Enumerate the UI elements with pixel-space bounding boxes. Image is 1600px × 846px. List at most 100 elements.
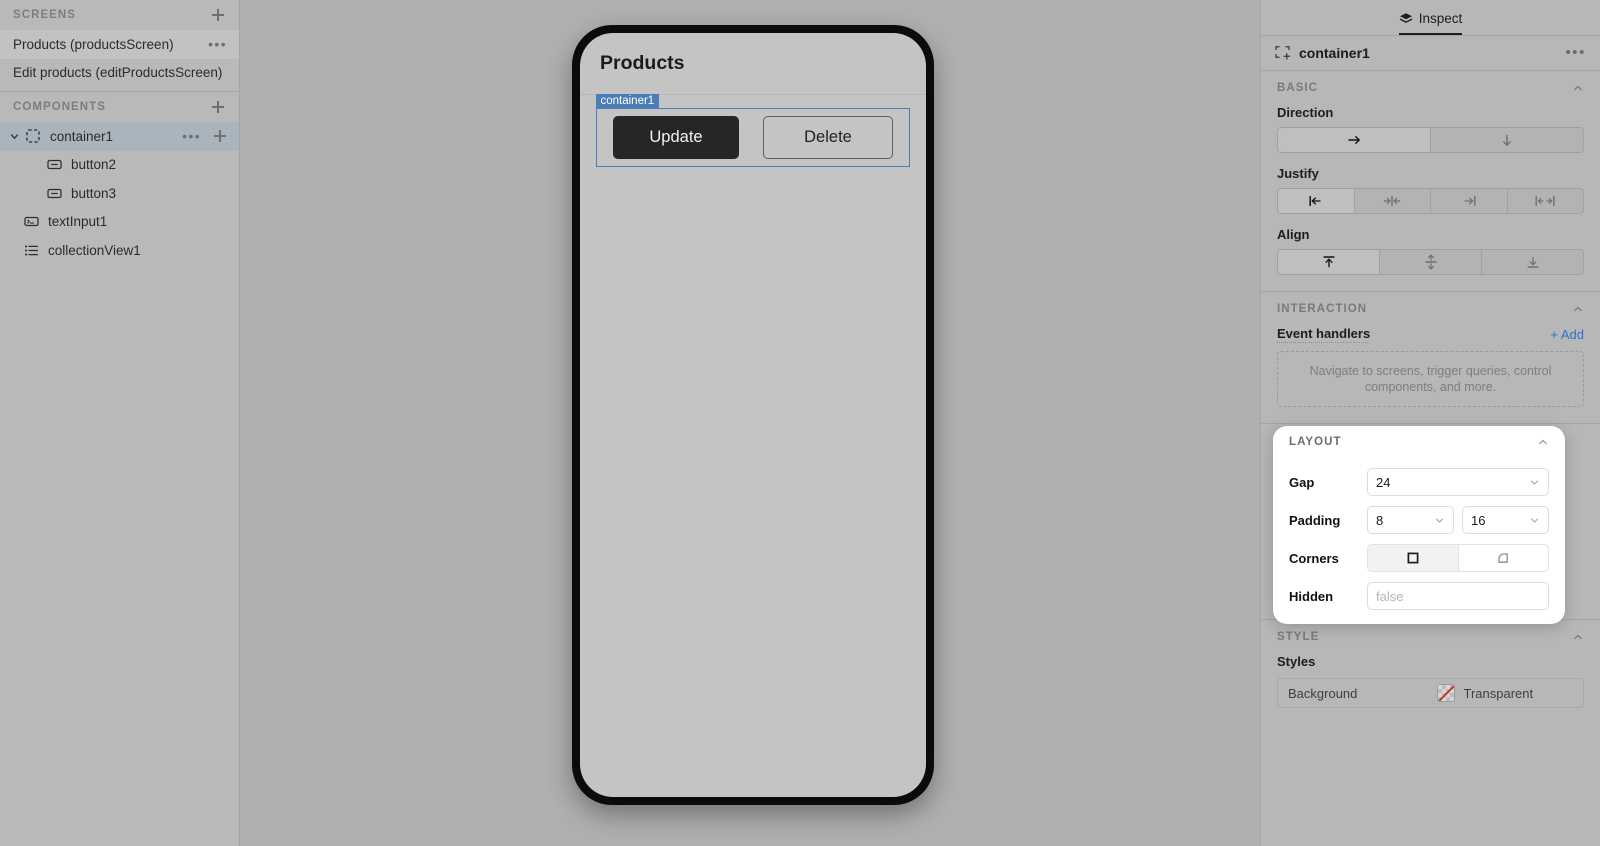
tab-inspect[interactable]: Inspect: [1398, 11, 1463, 35]
corners-sharp-option[interactable]: [1368, 545, 1459, 571]
align-label: Align: [1277, 227, 1310, 242]
canvas-area[interactable]: Products container1 Update Delete: [240, 0, 1260, 846]
screens-section-header: SCREENS: [0, 0, 239, 30]
component-options-dots-icon[interactable]: •••: [1565, 45, 1586, 60]
inspector-tabbar: Inspect: [1261, 0, 1600, 36]
corners-rounded-option[interactable]: [1459, 545, 1549, 571]
hidden-input[interactable]: false: [1367, 582, 1549, 610]
app-header: Products: [580, 33, 926, 95]
event-handlers-row: Event handlers + Add: [1277, 326, 1584, 343]
hidden-label: Hidden: [1289, 588, 1334, 604]
justify-center-option[interactable]: [1355, 189, 1431, 213]
styles-label: Styles: [1277, 654, 1316, 669]
sidebar-item-edit-products-screen[interactable]: Edit products (editProductsScreen): [0, 59, 239, 88]
container-dashed-icon: [24, 127, 42, 145]
direction-label: Direction: [1277, 105, 1334, 120]
phone-screen[interactable]: Products container1 Update Delete: [580, 33, 926, 797]
add-event-handler-button[interactable]: + Add: [1550, 327, 1584, 342]
corner-sharp-icon: [1406, 551, 1420, 565]
corners-label: Corners: [1289, 550, 1339, 566]
section-interaction: INTERACTION Event handlers + Add Navigat…: [1261, 292, 1600, 424]
screen-options-dots-icon[interactable]: •••: [208, 37, 229, 51]
delete-button[interactable]: Delete: [763, 116, 893, 159]
section-basic-header[interactable]: BASIC: [1277, 71, 1584, 105]
direction-segmented-control: [1277, 127, 1584, 153]
chevron-down-icon[interactable]: [1529, 515, 1540, 526]
left-sidebar: SCREENS Products (productsScreen) ••• Ed…: [0, 0, 240, 846]
sidebar-item-button2[interactable]: button2: [0, 151, 239, 180]
padding-horizontal-value: 16: [1471, 512, 1486, 528]
justify-space-between-option[interactable]: [1508, 189, 1584, 213]
sidebar-item-collectionview1[interactable]: collectionView1: [0, 236, 239, 265]
padding-vertical-input[interactable]: 8: [1367, 506, 1454, 534]
add-screen-plus-icon[interactable]: [209, 6, 227, 24]
section-style: STYLE Styles Background Transparent: [1261, 620, 1600, 724]
padding-horizontal-input[interactable]: 16: [1462, 506, 1549, 534]
button-icon: [45, 184, 63, 202]
chevron-up-icon[interactable]: [1537, 436, 1549, 448]
justify-space-between-icon: [1534, 195, 1556, 207]
layers-icon: [1399, 12, 1413, 26]
direction-vertical-option[interactable]: [1431, 128, 1583, 152]
inspector-component-name: container1: [1299, 45, 1370, 61]
gap-label: Gap: [1289, 474, 1315, 490]
sidebar-item-label: container1: [50, 128, 114, 144]
direction-horizontal-option[interactable]: [1278, 128, 1431, 152]
add-child-component-plus-icon[interactable]: [211, 127, 229, 145]
align-bottom-icon: [1526, 254, 1540, 270]
container1-preview[interactable]: Update Delete: [596, 108, 910, 167]
sidebar-item-label: Edit products (editProductsScreen): [13, 65, 223, 81]
corner-rounded-icon: [1496, 551, 1510, 565]
section-basic: BASIC Direction Justify Align: [1261, 71, 1600, 292]
sidebar-item-container1[interactable]: container1 •••: [0, 122, 239, 151]
section-layout-header[interactable]: LAYOUT: [1289, 426, 1549, 458]
sidebar-item-label: button2: [71, 157, 117, 173]
app-root: SCREENS Products (productsScreen) ••• Ed…: [0, 0, 1600, 846]
section-style-header[interactable]: STYLE: [1277, 620, 1584, 654]
justify-label: Justify: [1277, 166, 1319, 181]
update-button[interactable]: Update: [613, 116, 739, 159]
chevron-up-icon[interactable]: [1572, 631, 1584, 643]
chevron-down-icon[interactable]: [1434, 515, 1445, 526]
sidebar-item-label: collectionView1: [48, 242, 141, 258]
style-background-row[interactable]: Background Transparent: [1277, 678, 1584, 708]
event-handlers-empty-state[interactable]: Navigate to screens, trigger queries, co…: [1277, 351, 1584, 407]
align-top-option[interactable]: [1278, 250, 1380, 274]
add-component-plus-icon[interactable]: [209, 98, 227, 116]
padding-label: Padding: [1289, 512, 1341, 528]
align-middle-icon: [1424, 253, 1438, 271]
gap-value: 24: [1376, 474, 1391, 490]
justify-end-option[interactable]: [1431, 189, 1508, 213]
align-middle-option[interactable]: [1380, 250, 1482, 274]
section-interaction-title: INTERACTION: [1277, 303, 1368, 315]
chevron-down-icon[interactable]: [1529, 477, 1540, 488]
justify-start-option[interactable]: [1278, 189, 1355, 213]
sidebar-item-button3[interactable]: button3: [0, 179, 239, 208]
section-basic-title: BASIC: [1277, 82, 1319, 94]
corners-segmented-control: [1367, 544, 1549, 572]
text-input-icon: [22, 213, 40, 231]
components-section-title: COMPONENTS: [13, 101, 106, 113]
layout-padding-row: Padding 8 16: [1289, 506, 1549, 534]
chevron-down-icon[interactable]: [8, 130, 21, 143]
arrow-right-icon: [1347, 134, 1362, 146]
sidebar-item-products-screen[interactable]: Products (productsScreen) •••: [0, 30, 239, 59]
gap-input[interactable]: 24: [1367, 468, 1549, 496]
style-background-key: Background: [1288, 685, 1358, 701]
sidebar-item-label: button3: [71, 185, 117, 201]
sidebar-item-textinput1[interactable]: textInput1: [0, 208, 239, 237]
chevron-up-icon[interactable]: [1572, 82, 1584, 94]
align-top-icon: [1322, 254, 1336, 270]
justify-end-icon: [1460, 195, 1478, 207]
align-bottom-option[interactable]: [1482, 250, 1583, 274]
inspector-panel: Inspect container1 ••• BASIC Direction J…: [1260, 0, 1600, 846]
style-background-value-cell[interactable]: Transparent: [1431, 679, 1584, 707]
inspector-component-row: container1 •••: [1261, 36, 1600, 71]
page-title: Products: [600, 52, 685, 74]
chevron-up-icon[interactable]: [1572, 303, 1584, 315]
layout-hidden-row: Hidden false: [1289, 582, 1549, 610]
phone-frame: Products container1 Update Delete: [572, 25, 934, 805]
component-options-dots-icon[interactable]: •••: [182, 129, 203, 143]
align-segmented-control: [1277, 249, 1584, 275]
section-interaction-header[interactable]: INTERACTION: [1277, 292, 1584, 326]
